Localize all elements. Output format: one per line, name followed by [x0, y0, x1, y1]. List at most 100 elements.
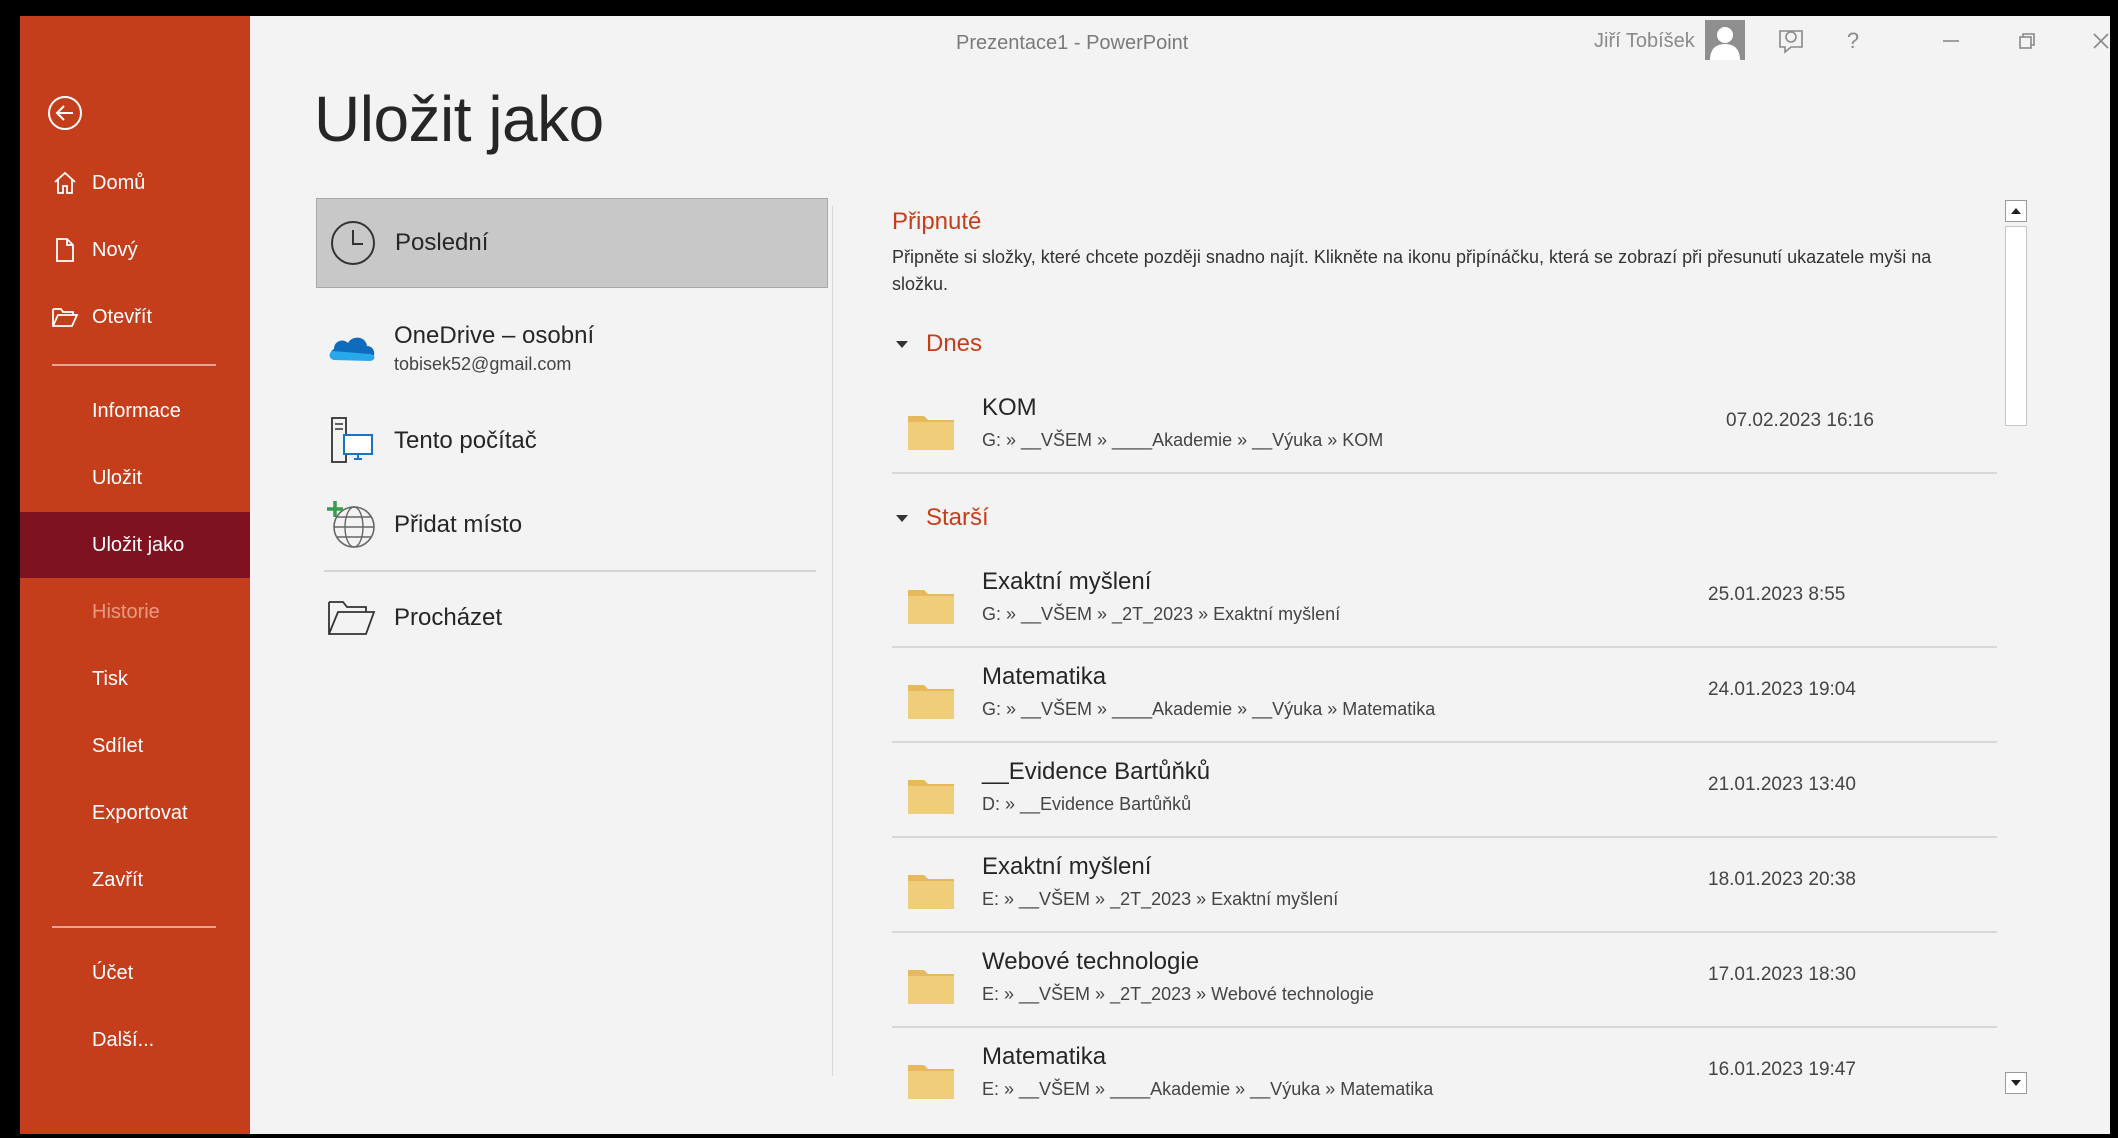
sidebar-item-label: Účet [92, 961, 134, 984]
pinned-description: Připněte si složky, které chcete později… [892, 247, 1932, 294]
avatar[interactable] [1705, 20, 1745, 60]
sidebar-item-label: Další... [92, 1028, 155, 1051]
back-button[interactable] [46, 94, 84, 132]
folder-path: G: » __VŠEM » _2T_2023 » Exaktní myšlení [982, 604, 1341, 624]
sidebar-item-new[interactable]: Nový [20, 217, 250, 283]
sidebar-divider [52, 364, 216, 366]
backstage-sidebar: Domů Nový Otevřít Informace Uložit Uloži… [20, 16, 250, 1134]
location-name: Poslední [395, 229, 489, 256]
new-document-icon [50, 235, 80, 265]
folder-name: Exaktní myšlení [982, 568, 1152, 595]
locations-divider [324, 570, 816, 572]
browse-folder-icon [324, 590, 380, 646]
sidebar-item-label: Tisk [92, 667, 128, 690]
powerpoint-backstage: Domů Nový Otevřít Informace Uložit Uloži… [20, 16, 2110, 1134]
sidebar-item-more[interactable]: Další... [20, 1007, 250, 1073]
sidebar-item-close[interactable]: Zavřít [20, 847, 250, 913]
folder-icon [908, 875, 954, 909]
sidebar-item-label: Domů [92, 171, 146, 194]
arrow-up-icon [2011, 208, 2021, 214]
folder-path: D: » __Evidence Bartůňků [982, 794, 1192, 814]
sidebar-item-label: Exportovat [92, 801, 188, 824]
sidebar-item-save-as[interactable]: Uložit jako [20, 512, 250, 578]
folder-date: 18.01.2023 20:38 [1708, 869, 1856, 890]
sidebar-item-account[interactable]: Účet [20, 940, 250, 1006]
location-name: Tento počítač [394, 427, 537, 454]
close-window-button[interactable] [2086, 26, 2110, 56]
help-button[interactable]: ? [1838, 26, 1868, 56]
folder-date: 21.01.2023 13:40 [1708, 774, 1856, 795]
location-this-pc[interactable]: Tento počítač [316, 406, 828, 476]
folder-path: E: » __VŠEM » ____Akademie » __Výuka » M… [982, 1079, 1434, 1099]
folder-icon [908, 970, 954, 1004]
folder-name: Matematika [982, 1043, 1107, 1070]
location-name: Přidat místo [394, 511, 523, 538]
clock-icon [325, 215, 381, 271]
folder-name: Exaktní myšlení [982, 853, 1152, 880]
folder-row[interactable]: __Evidence Bartůňků D: » __Evidence Bart… [892, 744, 1997, 838]
folder-name: Webové technologie [982, 948, 1200, 975]
folder-date: 17.01.2023 18:30 [1708, 964, 1856, 985]
add-place-globe-icon [324, 497, 380, 553]
sidebar-item-save[interactable]: Uložit [20, 445, 250, 511]
open-folder-icon [50, 302, 80, 332]
onedrive-cloud-icon [324, 320, 380, 376]
window-title: Prezentace1 - PowerPoint [956, 32, 1189, 54]
sidebar-item-open[interactable]: Otevřít [20, 284, 250, 350]
folder-row[interactable]: KOM G: » __VŠEM » ____Akademie » __Výuka… [892, 380, 1997, 474]
group-label: Dnes [926, 330, 983, 357]
restore-icon [2019, 33, 2035, 49]
location-recent[interactable]: Poslední [316, 198, 828, 288]
scroll-up-button[interactable] [2005, 200, 2027, 222]
caret-down-icon [896, 340, 908, 348]
scroll-thumb[interactable] [2005, 226, 2027, 426]
location-name: OneDrive – osobní [394, 321, 595, 349]
sidebar-item-home[interactable]: Domů [20, 150, 250, 216]
folder-name: __Evidence Bartůňků [982, 758, 1211, 785]
folder-row[interactable]: Webové technologie E: » __VŠEM » _2T_202… [892, 934, 1997, 1028]
comments-icon [1779, 30, 1803, 54]
location-onedrive[interactable]: OneDrive – osobní tobisek52@gmail.com [316, 308, 828, 388]
page-title: Uložit jako [314, 83, 604, 155]
location-browse[interactable]: Procházet [316, 584, 828, 652]
folder-path: G: » __VŠEM » ____Akademie » __Výuka » M… [982, 699, 1436, 719]
folder-icon [908, 416, 954, 450]
sidebar-item-label: Sdílet [92, 734, 144, 757]
minimize-button[interactable] [1936, 26, 1966, 56]
comments-button[interactable] [1776, 26, 1806, 56]
folder-row[interactable]: Exaktní myšlení E: » __VŠEM » _2T_2023 »… [892, 839, 1997, 933]
recent-scrollbar[interactable] [2002, 200, 2030, 1094]
location-add-place[interactable]: Přidat místo [316, 494, 828, 556]
location-account: tobisek52@gmail.com [394, 353, 572, 374]
group-today-toggle[interactable]: Dnes [896, 330, 982, 358]
folder-row[interactable]: Exaktní myšlení G: » __VŠEM » _2T_2023 »… [892, 554, 1997, 648]
home-icon [50, 168, 80, 198]
sidebar-item-label: Uložit [92, 466, 143, 489]
folder-icon [908, 780, 954, 814]
pane-divider [832, 206, 833, 1076]
folder-date: 25.01.2023 8:55 [1708, 584, 1846, 605]
sidebar-item-info[interactable]: Informace [20, 378, 250, 444]
sidebar-item-export[interactable]: Exportovat [20, 780, 250, 846]
folder-icon [908, 590, 954, 624]
computer-icon [324, 413, 380, 469]
folder-icon [908, 685, 954, 719]
restore-button[interactable] [2012, 26, 2042, 56]
sidebar-item-history: Historie [20, 579, 250, 645]
folder-date: 16.01.2023 19:47 [1708, 1059, 1856, 1080]
sidebar-divider [52, 926, 216, 928]
sidebar-item-share[interactable]: Sdílet [20, 713, 250, 779]
folder-row[interactable]: Matematika E: » __VŠEM » ____Akademie » … [892, 1029, 1997, 1123]
back-arrow-icon [48, 96, 82, 130]
sidebar-item-label: Uložit jako [92, 533, 185, 556]
sidebar-item-label: Historie [92, 600, 160, 623]
user-name[interactable]: Jiří Tobíšek [1594, 30, 1695, 53]
arrow-down-icon [2011, 1080, 2021, 1086]
sidebar-item-print[interactable]: Tisk [20, 646, 250, 712]
group-older-toggle[interactable]: Starší [896, 504, 989, 532]
folder-name: KOM [982, 394, 1037, 421]
folder-row[interactable]: Matematika G: » __VŠEM » ____Akademie » … [892, 649, 1997, 743]
scroll-down-button[interactable] [2005, 1072, 2027, 1094]
sidebar-item-label: Otevřít [92, 305, 153, 328]
user-silhouette-icon [1705, 20, 1745, 60]
